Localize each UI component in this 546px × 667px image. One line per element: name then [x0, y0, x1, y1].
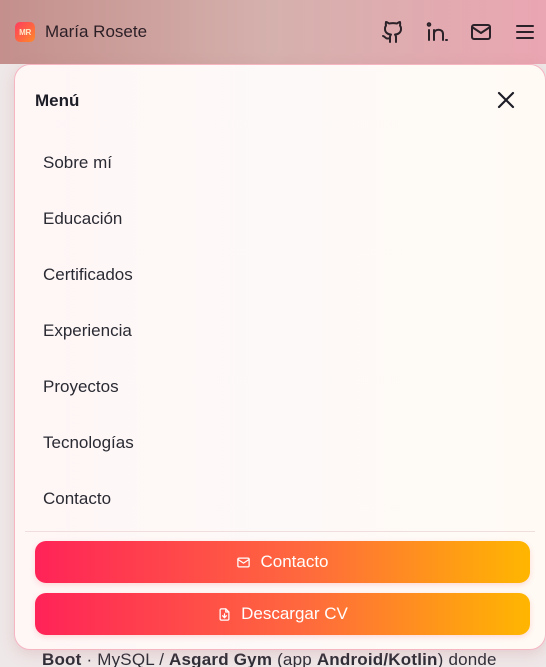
- menu-item-certificados[interactable]: Certificados: [43, 261, 134, 317]
- background-text-part: · MySQL /: [81, 650, 170, 667]
- brand[interactable]: MR María Rosete: [15, 22, 147, 42]
- close-icon[interactable]: [495, 89, 517, 111]
- menu-title: Menú: [35, 91, 80, 110]
- mail-icon: [237, 557, 251, 567]
- background-text-part: (app: [272, 650, 317, 667]
- top-navbar: MR María Rosete: [0, 0, 546, 64]
- menu-item-tecnologias[interactable]: Tecnologías: [43, 429, 134, 485]
- menu-item-contacto[interactable]: Contacto: [43, 485, 134, 541]
- background-text-part: Boot: [42, 650, 82, 667]
- menu-item-sobre-mi[interactable]: Sobre mí: [43, 149, 134, 205]
- download-cv-button-label: Descargar CV: [241, 604, 348, 623]
- menu-item-educacion[interactable]: Educación: [43, 205, 134, 261]
- file-download-icon: [219, 607, 230, 621]
- brand-logo: MR: [15, 22, 35, 42]
- background-text-part: Android/Kotlin: [316, 650, 438, 667]
- menu-item-proyectos[interactable]: Proyectos: [43, 373, 134, 429]
- menu-divider: [25, 531, 535, 532]
- download-cv-button[interactable]: Descargar CV: [35, 593, 530, 635]
- contact-button[interactable]: Contacto: [35, 541, 530, 583]
- menu-icon[interactable]: [512, 19, 538, 45]
- background-text-part: Asgard Gym: [169, 650, 273, 667]
- background-content-text: Boot · MySQL / Asgard Gym (app Android/K…: [42, 650, 497, 667]
- brand-name: María Rosete: [45, 22, 148, 41]
- top-icons: [362, 19, 538, 45]
- menu-list: Sobre mí Educación Certificados Experien…: [43, 149, 134, 541]
- linkedin-icon[interactable]: [424, 19, 450, 45]
- mail-icon[interactable]: [468, 19, 494, 45]
- mobile-menu-panel: Menú Sobre mí Educación Certificados Exp…: [14, 64, 546, 650]
- background-text-part: ) donde: [437, 650, 497, 667]
- github-icon[interactable]: [380, 19, 406, 45]
- menu-item-experiencia[interactable]: Experiencia: [43, 317, 134, 373]
- contact-button-label: Contacto: [260, 552, 329, 571]
